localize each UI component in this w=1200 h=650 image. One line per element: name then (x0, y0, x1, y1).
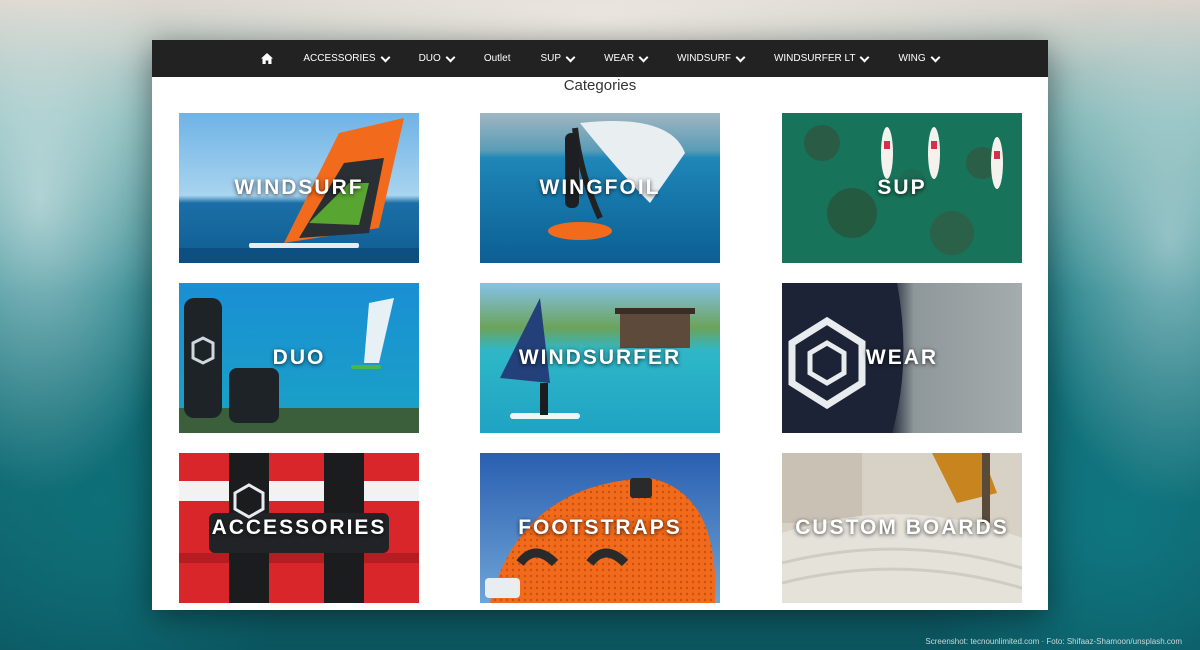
nav-outlet[interactable]: Outlet (484, 53, 511, 64)
home-icon (261, 53, 274, 64)
category-label: ACCESSORIES (211, 516, 387, 539)
chevron-down-icon (638, 52, 649, 62)
nav-label: Outlet (483, 53, 511, 64)
nav-home[interactable] (261, 53, 274, 64)
category-tile-wear[interactable]: WEAR (782, 283, 1022, 433)
category-tile-sup[interactable]: SUP (782, 113, 1022, 263)
nav-label: SUP (540, 53, 562, 64)
category-label: WINGFOIL (539, 176, 661, 199)
chevron-down-icon (445, 52, 456, 62)
category-tile-custom-boards[interactable]: CUSTOM BOARDS (782, 453, 1022, 603)
browser-page: ACCESSORIES DUO Outlet SUP WEAR WINDSURF… (152, 40, 1048, 610)
nav-windsurf[interactable]: WINDSURF (677, 52, 746, 64)
category-label: WINDSURF (234, 176, 364, 199)
nav-sup[interactable]: SUP (540, 52, 576, 64)
category-label: WINDSURFER (518, 346, 682, 369)
category-label: FOOTSTRAPS (518, 516, 682, 539)
category-label: DUO (272, 346, 326, 369)
nav-duo[interactable]: DUO (418, 52, 456, 64)
nav-label: ACCESSORIES (303, 53, 376, 64)
nav-label: WINDSURF (677, 53, 731, 64)
nav-wear[interactable]: WEAR (604, 52, 649, 64)
chevron-down-icon (859, 52, 870, 62)
main-nav: ACCESSORIES DUO Outlet SUP WEAR WINDSURF… (152, 40, 1048, 77)
chevron-down-icon (565, 52, 576, 62)
page-title: Categories (563, 77, 637, 94)
chevron-down-icon (930, 52, 941, 62)
category-label: WEAR (865, 346, 939, 369)
chevron-down-icon (735, 52, 746, 62)
nav-windsurfer-lt[interactable]: WINDSURFER LT (773, 52, 870, 64)
nav-label: DUO (418, 53, 441, 64)
photo-credit: Screenshot: tecnounlimited.com · Foto: S… (925, 637, 1182, 646)
category-label: CUSTOM BOARDS (795, 516, 1009, 539)
category-tile-duo[interactable]: DUO (179, 283, 419, 433)
nav-label: WINDSURFER LT (773, 53, 856, 64)
nav-wing[interactable]: WING (898, 52, 941, 64)
nav-label: WING (898, 53, 926, 64)
category-tile-wingfoil[interactable]: WINGFOIL (480, 113, 720, 263)
category-tile-windsurf[interactable]: WINDSURF (179, 113, 419, 263)
chevron-down-icon (380, 52, 391, 62)
category-label: SUP (877, 176, 927, 199)
category-tile-footstraps[interactable]: FOOTSTRAPS (480, 453, 720, 603)
category-tile-windsurfer[interactable]: WINDSURFER (480, 283, 720, 433)
nav-accessories[interactable]: ACCESSORIES (303, 52, 391, 64)
category-tile-accessories[interactable]: ACCESSORIES (179, 453, 419, 603)
nav-label: WEAR (604, 53, 635, 64)
